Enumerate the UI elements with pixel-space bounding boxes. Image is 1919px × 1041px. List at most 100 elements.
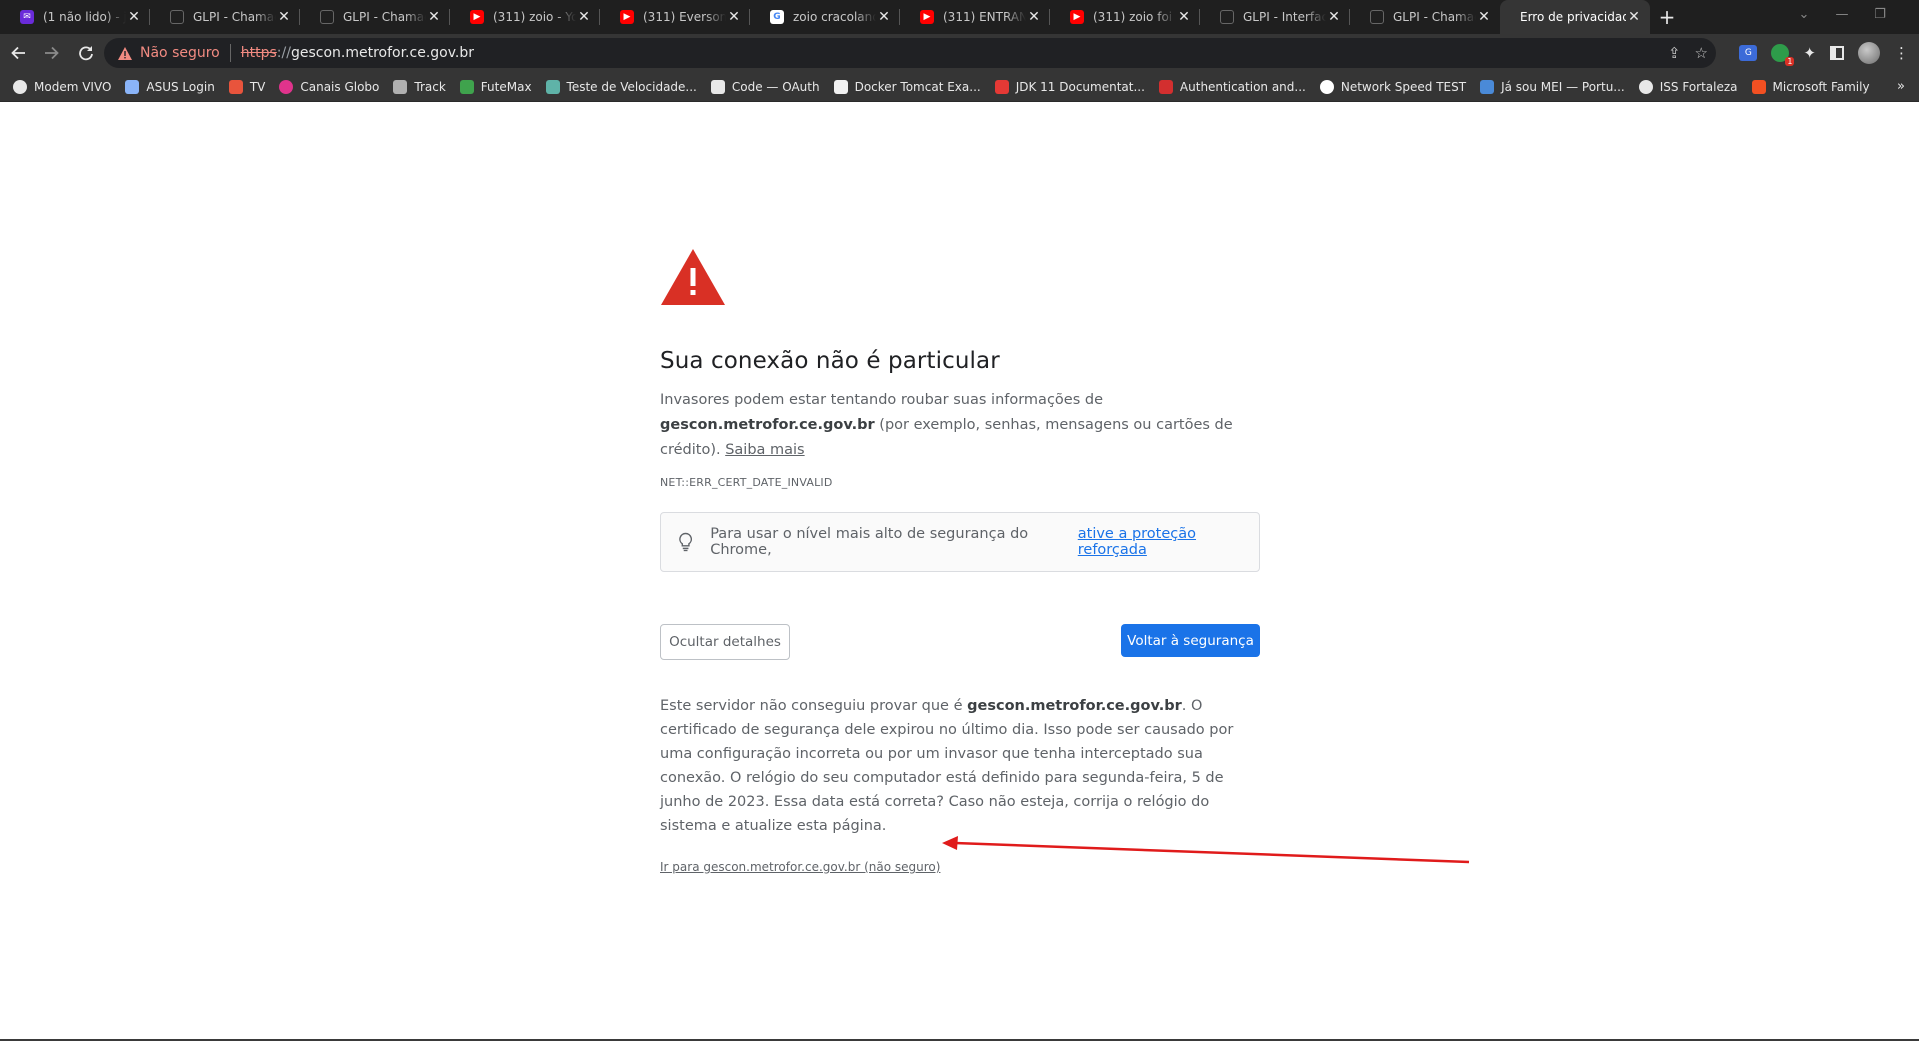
menu-kebab-icon[interactable]: ⋮ [1894, 44, 1909, 62]
explanation-host: gescon.metrofor.ce.gov.br [660, 417, 875, 433]
side-panel-icon[interactable] [1830, 46, 1844, 60]
futemax-icon [459, 79, 474, 94]
tab-2[interactable]: GLPI - Chamados✕ [300, 0, 450, 34]
globe-icon [1638, 79, 1653, 94]
auth-icon [1158, 79, 1173, 94]
tab-title: GLPI - Chamados [343, 10, 426, 24]
bookmark-label: Authentication and... [1179, 79, 1306, 94]
back-arrow-icon [11, 46, 25, 60]
bookmarks-overflow-icon[interactable]: » [1897, 79, 1905, 94]
youtube-icon: ▶ [470, 10, 484, 24]
tab-close-icon[interactable]: ✕ [1176, 9, 1192, 25]
url-scheme: https [240, 45, 277, 61]
tab-close-icon[interactable]: ✕ [726, 9, 742, 25]
tab-9[interactable]: GLPI - Chamados✕ [1350, 0, 1500, 34]
bookmark-item[interactable]: Docker Tomcat Exa... [833, 79, 981, 94]
bookmark-item[interactable]: Já sou MEI — Portu... [1480, 79, 1625, 94]
details-paragraph: Este servidor não conseguiu provar que é… [660, 694, 1260, 838]
extension-badge: 1 [1785, 57, 1795, 66]
proceed-unsafe-link[interactable]: Ir para gescon.metrofor.ce.gov.br (não s… [660, 860, 1260, 874]
extensions-puzzle-icon[interactable]: ✦ [1803, 44, 1816, 62]
forward-arrow-icon [45, 46, 59, 60]
track-icon [393, 79, 408, 94]
bookmark-label: ASUS Login [146, 79, 215, 94]
warning-triangle-icon[interactable] [118, 46, 132, 60]
play-icon [279, 79, 294, 94]
glpi-icon [320, 10, 334, 24]
tab-close-icon[interactable]: ✕ [1326, 9, 1342, 25]
tab-close-icon[interactable]: ✕ [1626, 9, 1642, 25]
bookmark-item[interactable]: Modem VIVO [13, 79, 112, 94]
minimize-icon[interactable]: — [1823, 0, 1861, 28]
bookmark-item[interactable]: JDK 11 Documentat... [994, 79, 1145, 94]
bookmark-item[interactable]: Code — OAuth [710, 79, 820, 94]
tab-5[interactable]: Gzoio cracolandia✕ [750, 0, 900, 34]
bookmark-item[interactable]: Track [393, 79, 446, 94]
hide-details-button[interactable]: Ocultar detalhes [660, 624, 790, 660]
tab-8[interactable]: GLPI - Interface✕ [1200, 0, 1350, 34]
back-button[interactable] [2, 37, 34, 69]
tab-4[interactable]: ▶ (311) Everson Zoio✕ [600, 0, 750, 34]
bookmark-label: FuteMax [480, 79, 532, 94]
tab-close-icon[interactable]: ✕ [126, 9, 142, 25]
not-secure-label[interactable]: Não seguro [140, 45, 220, 61]
tab-title: zoio cracolandia [793, 10, 876, 24]
translate-extension-icon[interactable]: G [1739, 45, 1758, 61]
tab-search-icon[interactable]: ⌄ [1785, 0, 1823, 28]
bookmark-star-icon[interactable]: ☆ [1695, 44, 1708, 62]
bookmarks-bar: Modem VIVO ASUS Login TV Canais Globo Track F… [0, 72, 1919, 102]
back-to-safety-button[interactable]: Voltar à segurança [1121, 624, 1260, 657]
bookmark-label: Modem VIVO [34, 79, 112, 94]
restore-icon[interactable]: ❐ [1861, 0, 1899, 28]
tab-close-icon[interactable]: ✕ [876, 9, 892, 25]
green-extension-icon[interactable]: 1 [1771, 44, 1795, 66]
bookmark-item[interactable]: Teste de Velocidade... [545, 79, 697, 94]
tab-close-icon[interactable]: ✕ [576, 9, 592, 25]
tab-close-icon[interactable]: ✕ [1476, 9, 1492, 25]
bookmark-item[interactable]: Authentication and... [1158, 79, 1306, 94]
details-text-pre: Este servidor não conseguiu provar que é [660, 698, 968, 714]
tab-title: (1 não lido) - joao [43, 10, 126, 24]
bookmark-item[interactable]: ASUS Login [125, 79, 215, 94]
enhanced-protection-link[interactable]: ative a proteção reforçada [1078, 526, 1259, 558]
bookmark-label: JDK 11 Documentat... [1015, 79, 1145, 94]
tab-close-icon[interactable]: ✕ [1026, 9, 1042, 25]
tab-title: Erro de privacidade [1520, 10, 1626, 24]
bookmark-label: Microsoft Family [1772, 79, 1870, 94]
learn-more-link[interactable]: Saiba mais [725, 442, 804, 458]
share-icon[interactable]: ⇪ [1668, 44, 1681, 62]
bookmark-item[interactable]: ISS Fortaleza [1638, 79, 1738, 94]
bookmark-item[interactable]: FuteMax [459, 79, 532, 94]
tab-1[interactable]: GLPI - Chamados✕ [150, 0, 300, 34]
oracle-icon [994, 79, 1009, 94]
glpi-icon [1220, 10, 1234, 24]
new-tab-button[interactable]: + [1650, 0, 1684, 34]
forward-button[interactable] [36, 37, 68, 69]
tab-3[interactable]: ▶ (311) zoio - YouTube✕ [450, 0, 600, 34]
bookmark-item[interactable]: Network Speed TEST [1319, 79, 1467, 94]
wifi-icon [125, 79, 140, 94]
error-code[interactable]: NET::ERR_CERT_DATE_INVALID [660, 476, 1260, 489]
toolbar-extensions: G 1 ✦ ⋮ [1739, 38, 1909, 68]
tab-close-icon[interactable]: ✕ [426, 9, 442, 25]
tab-0[interactable]: ✉ (1 não lido) - joao✕ [0, 0, 150, 34]
bookmark-item[interactable]: Microsoft Family [1751, 79, 1870, 94]
reload-button[interactable] [70, 37, 102, 69]
tab-title: GLPI - Chamados [1393, 10, 1476, 24]
youtube-icon: ▶ [620, 10, 634, 24]
privacy-error-page: Sua conexão não é particular Invasores p… [660, 248, 1260, 874]
explanation-paragraph: Invasores podem estar tentando roubar su… [660, 388, 1260, 463]
url-scheme-suffix: :// [276, 45, 291, 61]
profile-avatar[interactable] [1858, 42, 1880, 64]
bookmark-item[interactable]: TV [228, 79, 265, 94]
bookmark-item[interactable]: Canais Globo [279, 79, 380, 94]
oauth-icon [710, 79, 725, 94]
tab-7[interactable]: ▶ (311) zoio foi na✕ [1050, 0, 1200, 34]
bookmark-label: Network Speed TEST [1340, 79, 1467, 94]
globe-icon [13, 79, 27, 94]
address-bar[interactable]: Não seguro https://gescon.metrofor.ce.go… [104, 38, 1716, 68]
tab-6[interactable]: ▶ (311) ENTRANDO✕ [900, 0, 1050, 34]
tab-close-icon[interactable]: ✕ [276, 9, 292, 25]
tab-10[interactable]: Erro de privacidade ✕ [1500, 0, 1650, 34]
bookmark-label: Canais Globo [300, 79, 380, 94]
